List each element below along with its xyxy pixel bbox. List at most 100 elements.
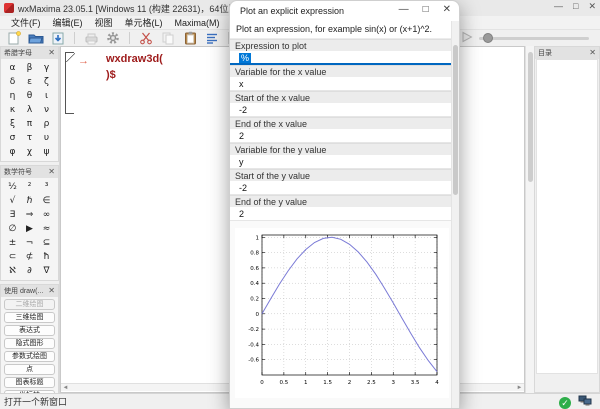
greek-letter-button[interactable]: ν — [38, 103, 55, 117]
vertical-scrollbar-thumb[interactable] — [528, 52, 533, 182]
print-icon[interactable] — [83, 31, 99, 45]
configure-gear-icon[interactable] — [105, 31, 121, 45]
math-symbol-button[interactable]: ⊄ — [21, 250, 38, 264]
greek-letter-button[interactable]: δ — [4, 75, 21, 89]
menu-item-3[interactable]: 单元格(L) — [120, 15, 168, 30]
math-symbol-button[interactable]: ½ — [4, 180, 21, 194]
greek-letter-button[interactable]: ε — [21, 75, 38, 89]
greek-letter-button[interactable]: τ — [21, 131, 38, 145]
greek-letter-button[interactable]: β — [21, 61, 38, 75]
dialog-titlebar[interactable]: Plot an explicit expression — □ ✕ — [230, 1, 459, 21]
close-icon[interactable]: ✕ — [48, 49, 55, 57]
field-input[interactable]: -2 — [230, 181, 451, 195]
field-input[interactable]: x — [230, 77, 451, 91]
animation-slider[interactable] — [479, 37, 589, 40]
play-icon[interactable] — [461, 31, 473, 46]
math-symbol-button[interactable]: ⊂ — [4, 250, 21, 264]
draw-button[interactable]: 点 — [4, 364, 55, 375]
animation-slider-thumb[interactable] — [483, 33, 493, 43]
draw-button[interactable]: 表达式 — [4, 325, 55, 336]
math-symbol-button[interactable]: ⊆ — [38, 236, 55, 250]
math-symbol-button[interactable]: ∂ — [21, 264, 38, 278]
greek-letter-button[interactable]: η — [4, 89, 21, 103]
math-symbol-button[interactable]: ∅ — [4, 222, 21, 236]
close-icon[interactable]: ✕ — [48, 168, 55, 176]
field-input[interactable]: y — [230, 155, 451, 169]
draw-button[interactable]: 隐式图形 — [4, 338, 55, 349]
draw-panel-header[interactable]: 使用 draw(... ✕ — [1, 285, 58, 297]
dialog-close-button[interactable]: ✕ — [443, 4, 451, 15]
greek-letter-button[interactable]: χ — [21, 145, 38, 159]
close-icon[interactable]: ✕ — [589, 49, 596, 57]
text-style-icon[interactable] — [204, 31, 220, 45]
cut-scissors-icon[interactable] — [138, 31, 154, 45]
vertical-scrollbar[interactable] — [525, 46, 534, 393]
copy-icon[interactable] — [160, 31, 176, 45]
math-symbol-button[interactable]: ± — [4, 236, 21, 250]
code-line[interactable]: )$ — [106, 69, 116, 81]
field-input[interactable]: 2 — [230, 129, 451, 143]
math-symbol-button[interactable]: ∈ — [38, 194, 55, 208]
window-maximize-button[interactable]: □ — [573, 1, 578, 12]
dialog-maximize-button[interactable]: □ — [423, 4, 429, 15]
field-input[interactable]: 2 — [230, 207, 451, 221]
scroll-left-icon[interactable]: ◄ — [61, 384, 70, 392]
svg-text:0.8: 0.8 — [250, 251, 259, 257]
math-symbol-button[interactable]: ℏ — [21, 194, 38, 208]
math-symbol-button[interactable]: ℵ — [4, 264, 21, 278]
symbols-panel-header[interactable]: 数学符号 ✕ — [1, 166, 58, 178]
save-icon[interactable] — [50, 31, 66, 45]
math-symbol-button[interactable]: ¬ — [21, 236, 38, 250]
draw-button[interactable]: 三维绘图 — [4, 312, 55, 323]
dialog-minimize-button[interactable]: — — [399, 4, 409, 15]
greek-letter-button[interactable]: γ — [38, 61, 55, 75]
code-line[interactable]: wxdraw3d( — [106, 53, 163, 65]
svg-text:0.4: 0.4 — [250, 281, 259, 287]
math-symbol-button[interactable]: ▶ — [21, 222, 38, 236]
math-symbol-button[interactable]: ⇒ — [21, 208, 38, 222]
greek-letter-button[interactable]: ζ — [38, 75, 55, 89]
math-symbol-button[interactable]: √ — [4, 194, 21, 208]
dialog-scrollbar[interactable] — [451, 21, 459, 408]
field-input[interactable]: -2 — [230, 103, 451, 117]
paste-clipboard-icon[interactable] — [182, 31, 198, 45]
greek-letter-button[interactable]: π — [21, 117, 38, 131]
greek-letter-button[interactable]: θ — [21, 89, 38, 103]
greek-panel-header[interactable]: 希腊字母 ✕ — [1, 47, 58, 59]
math-symbol-button[interactable]: ² — [21, 180, 38, 194]
greek-letter-button[interactable]: α — [4, 61, 21, 75]
greek-letter-button[interactable]: ι — [38, 89, 55, 103]
new-document-icon[interactable] — [6, 31, 22, 45]
menu-item-1[interactable]: 编辑(E) — [48, 15, 88, 30]
window-close-button[interactable]: ✕ — [588, 1, 596, 12]
math-symbol-button[interactable]: ≈ — [38, 222, 55, 236]
greek-letter-button[interactable]: λ — [21, 103, 38, 117]
greek-letter-button[interactable]: ξ — [4, 117, 21, 131]
svg-text:1.5: 1.5 — [323, 380, 332, 386]
greek-letter-button[interactable]: ρ — [38, 117, 55, 131]
math-symbol-button[interactable]: ∞ — [38, 208, 55, 222]
draw-button[interactable]: 参数式绘图 — [4, 351, 55, 362]
dialog-scrollbar-thumb[interactable] — [453, 45, 458, 195]
close-icon[interactable]: ✕ — [48, 287, 55, 295]
draw-button[interactable]: 图表标题 — [4, 377, 55, 388]
math-symbol-button[interactable]: ∇ — [38, 264, 55, 278]
math-symbol-button[interactable]: ∃ — [4, 208, 21, 222]
math-symbol-button[interactable]: ³ — [38, 180, 55, 194]
menu-item-4[interactable]: Maxima(M) — [170, 17, 225, 29]
greek-letter-button[interactable]: υ — [38, 131, 55, 145]
field-label: Start of the x value — [230, 91, 451, 103]
greek-letter-button[interactable]: κ — [4, 103, 21, 117]
greek-letter-button[interactable]: φ — [4, 145, 21, 159]
field-input[interactable]: % — [230, 51, 451, 65]
greek-letter-button[interactable]: ψ — [38, 145, 55, 159]
scroll-right-icon[interactable]: ► — [515, 384, 524, 392]
greek-letter-button[interactable]: σ — [4, 131, 21, 145]
window-minimize-button[interactable]: — — [554, 1, 563, 12]
open-folder-icon[interactable] — [28, 31, 44, 45]
math-symbol-button[interactable]: ħ — [38, 250, 55, 264]
toc-panel-header[interactable]: 目录 ✕ — [535, 47, 599, 59]
menu-item-2[interactable]: 视图 — [90, 15, 118, 30]
cell-bracket[interactable] — [65, 52, 74, 114]
menu-item-0[interactable]: 文件(F) — [6, 15, 46, 30]
